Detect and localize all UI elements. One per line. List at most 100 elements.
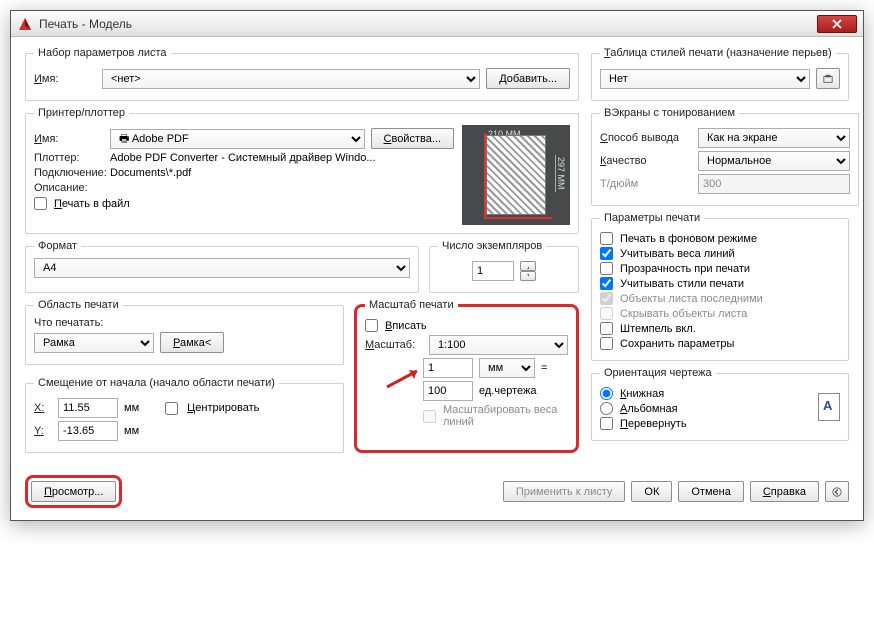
quality-label: Качество xyxy=(600,155,692,167)
shaded-legend: ВЭкраны с тонированием xyxy=(600,107,739,119)
copies-group: Число экземпляров xyxy=(429,240,579,293)
quality-select[interactable]: Нормальное xyxy=(698,151,850,171)
opt-save-label: Сохранить параметры xyxy=(620,338,734,350)
offset-group: Смещение от начала (начало области печат… xyxy=(25,377,344,453)
plot-options-group: Параметры печати Печать в фоновом режиме… xyxy=(591,212,849,361)
paper-size-legend: Формат xyxy=(34,240,81,252)
fit-to-paper-label: Вписать xyxy=(385,320,427,332)
preview-button[interactable]: Просмотр... xyxy=(31,481,116,502)
paper-size-group: Формат A4 xyxy=(25,240,419,293)
arrow-annotation xyxy=(385,367,425,389)
opt-background-label: Печать в фоновом режиме xyxy=(620,233,757,245)
opt-styles-label: Учитывать стили печати xyxy=(620,278,744,290)
landscape-label: Альбомная xyxy=(620,403,678,415)
plot-what-label: Что печатать: xyxy=(34,317,335,329)
plot-style-select[interactable]: Нет xyxy=(600,69,810,89)
description-label: Описание: xyxy=(34,182,104,194)
paper-size-select[interactable]: A4 xyxy=(34,258,410,278)
page-setup-name-label: Имя: xyxy=(34,73,96,85)
dialog-footer: Просмотр... Применить к листу ОК Отмена … xyxy=(11,471,863,520)
opt-transparency-checkbox[interactable] xyxy=(600,262,613,275)
paper-preview: 210 MM 297 MM xyxy=(462,125,570,225)
plot-area-group: Область печати Что печатать: Рамка Рамка… xyxy=(25,299,344,365)
scale-unit-select[interactable]: мм xyxy=(479,358,535,378)
offset-x-unit: мм xyxy=(124,402,139,414)
copies-input[interactable] xyxy=(472,261,514,281)
orientation-group: Ориентация чертежа Книжная Альбомная Пер… xyxy=(591,367,849,441)
plot-what-select[interactable]: Рамка xyxy=(34,333,154,353)
offset-x-input[interactable] xyxy=(58,398,118,418)
portrait-radio[interactable] xyxy=(600,387,613,400)
connection-label: Подключение: xyxy=(34,167,104,179)
plotter-value: Adobe PDF Converter - Системный драйвер … xyxy=(110,152,376,164)
plot-style-group: Таблица стилей печати (назначение перьев… xyxy=(591,47,849,101)
fit-to-paper-checkbox[interactable] xyxy=(365,319,378,332)
printer-name-select[interactable]: 🖶 Adobe PDF xyxy=(110,129,365,149)
page-setup-add-button[interactable]: Добавить... xyxy=(486,68,570,89)
orientation-icon xyxy=(818,393,840,421)
apply-to-layout-button: Применить к листу xyxy=(503,481,626,502)
scale-lineweights-label: Масштабировать веса линий xyxy=(443,404,568,428)
close-button[interactable] xyxy=(817,15,857,33)
opt-paperspace-checkbox xyxy=(600,292,613,305)
opt-save-checkbox[interactable] xyxy=(600,337,613,350)
printer-group: Принтер/плоттер Имя: 🖶 Adobe PDF Свойств… xyxy=(25,107,579,234)
scale-drawing-label: ед.чертежа xyxy=(479,385,536,397)
scale-label: Масштаб: xyxy=(365,339,423,351)
connection-value: Documents\*.pdf xyxy=(110,167,191,179)
help-button[interactable]: Справка xyxy=(750,481,819,502)
print-to-file-checkbox[interactable] xyxy=(34,197,47,210)
ok-button[interactable]: ОК xyxy=(631,481,672,502)
page-setup-legend: Набор параметров листа xyxy=(34,47,171,59)
preview-height: 297 MM xyxy=(555,155,566,192)
plot-scale-legend: Масштаб печати xyxy=(365,299,458,311)
app-icon xyxy=(17,16,33,32)
plot-dialog: Печать - Модель Набор параметров листа И… xyxy=(10,10,864,521)
titlebar: Печать - Модель xyxy=(11,11,863,37)
printer-properties-button[interactable]: Свойства... xyxy=(371,128,454,149)
opt-hide-checkbox xyxy=(600,307,613,320)
scale-select[interactable]: 1:100 xyxy=(429,335,568,355)
copies-up-button[interactable] xyxy=(520,261,536,271)
opt-hide-label: Скрывать объекты листа xyxy=(620,308,747,320)
scale-unit-input[interactable] xyxy=(423,358,473,378)
print-to-file-label: Печать в файл xyxy=(54,198,130,210)
scale-drawing-input[interactable] xyxy=(423,381,473,401)
cancel-button[interactable]: Отмена xyxy=(678,481,743,502)
window-title: Печать - Модель xyxy=(39,17,817,31)
upside-down-label: Перевернуть xyxy=(620,418,687,430)
plot-style-edit-button[interactable] xyxy=(816,68,840,89)
offset-y-unit: мм xyxy=(124,425,139,437)
shaded-viewport-group: ВЭкраны с тонированием Способ вывода Как… xyxy=(591,107,859,206)
opt-styles-checkbox[interactable] xyxy=(600,277,613,290)
shade-output-label: Способ вывода xyxy=(600,132,692,144)
plot-area-legend: Область печати xyxy=(34,299,123,311)
center-checkbox[interactable] xyxy=(165,402,178,415)
upside-down-checkbox[interactable] xyxy=(600,417,613,430)
dpi-label: Т/дюйм xyxy=(600,178,692,190)
center-label: Центрировать xyxy=(187,402,259,414)
dpi-input xyxy=(698,174,850,194)
opt-stamp-label: Штемпель вкл. xyxy=(620,323,696,335)
orientation-legend: Ориентация чертежа xyxy=(600,367,716,379)
scale-lineweights-checkbox xyxy=(423,410,436,423)
scale-equals: = xyxy=(541,362,547,374)
offset-y-label: Y: xyxy=(34,425,52,437)
page-setup-name-select[interactable]: <нет> xyxy=(102,69,480,89)
opt-stamp-checkbox[interactable] xyxy=(600,322,613,335)
window-pick-button[interactable]: Рамка< xyxy=(160,332,224,353)
copies-down-button[interactable] xyxy=(520,271,536,281)
collapse-button[interactable] xyxy=(825,481,849,502)
plot-scale-group: Масштаб печати Вписать Масштаб: 1:100 xyxy=(354,299,579,453)
opt-transparency-label: Прозрачность при печати xyxy=(620,263,750,275)
offset-y-input[interactable] xyxy=(58,421,118,441)
portrait-label: Книжная xyxy=(620,388,664,400)
opt-background-checkbox[interactable] xyxy=(600,232,613,245)
landscape-radio[interactable] xyxy=(600,402,613,415)
copies-legend: Число экземпляров xyxy=(438,240,546,252)
opt-paperspace-label: Объекты листа последними xyxy=(620,293,763,305)
opt-lineweights-checkbox[interactable] xyxy=(600,247,613,260)
opt-lineweights-label: Учитывать веса линий xyxy=(620,248,735,260)
shade-output-select[interactable]: Как на экране xyxy=(698,128,850,148)
page-setup-group: Набор параметров листа Имя: <нет> Добави… xyxy=(25,47,579,101)
